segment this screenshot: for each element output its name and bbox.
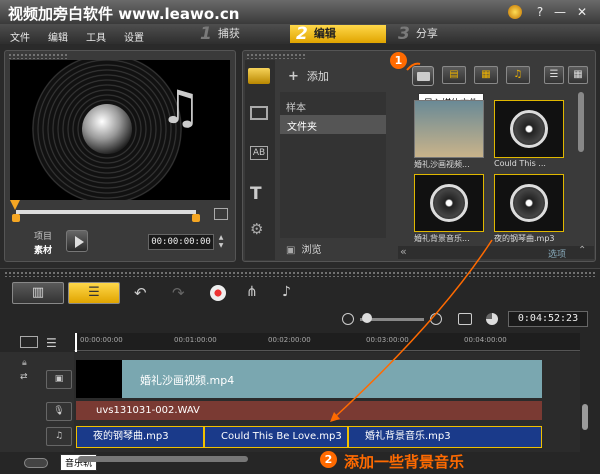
annotation-layer bbox=[330, 62, 493, 422]
annotation-badge-2: 2 bbox=[320, 451, 337, 468]
annotation-badge-1: 1 bbox=[390, 52, 407, 69]
annotation-arrow-to-music bbox=[335, 239, 493, 417]
annotation-arrow-to-import bbox=[406, 62, 421, 71]
annotation-text-2: 添加一些背景音乐 bbox=[344, 453, 465, 471]
